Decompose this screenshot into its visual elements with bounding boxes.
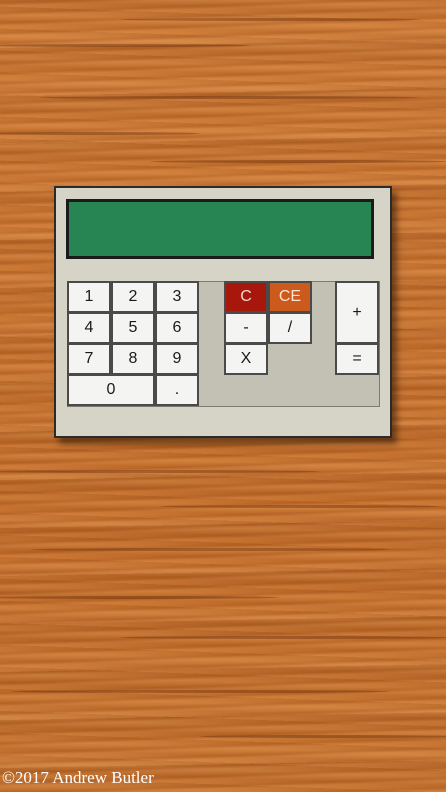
clear-button[interactable]: C [224,281,268,313]
key-decimal[interactable]: . [155,374,199,406]
calculator-display [66,199,374,259]
clear-entry-button[interactable]: CE [268,281,312,313]
divide-button[interactable]: / [268,312,312,344]
plus-button[interactable]: + [335,281,379,344]
copyright-notice: ©2017 Andrew Butler [2,768,154,787]
multiply-button[interactable]: X [224,343,268,375]
key-1[interactable]: 1 [67,281,111,313]
equals-button[interactable]: = [335,343,379,375]
calculator: 1 2 3 4 5 6 7 8 9 0 . C CE - / X + = [54,186,392,438]
minus-button[interactable]: - [224,312,268,344]
key-8[interactable]: 8 [111,343,155,375]
key-5[interactable]: 5 [111,312,155,344]
key-9[interactable]: 9 [155,343,199,375]
key-7[interactable]: 7 [67,343,111,375]
key-0[interactable]: 0 [67,374,155,406]
key-2[interactable]: 2 [111,281,155,313]
keypad-panel: 1 2 3 4 5 6 7 8 9 0 . C CE - / X + = [67,281,380,407]
key-6[interactable]: 6 [155,312,199,344]
key-3[interactable]: 3 [155,281,199,313]
key-4[interactable]: 4 [67,312,111,344]
